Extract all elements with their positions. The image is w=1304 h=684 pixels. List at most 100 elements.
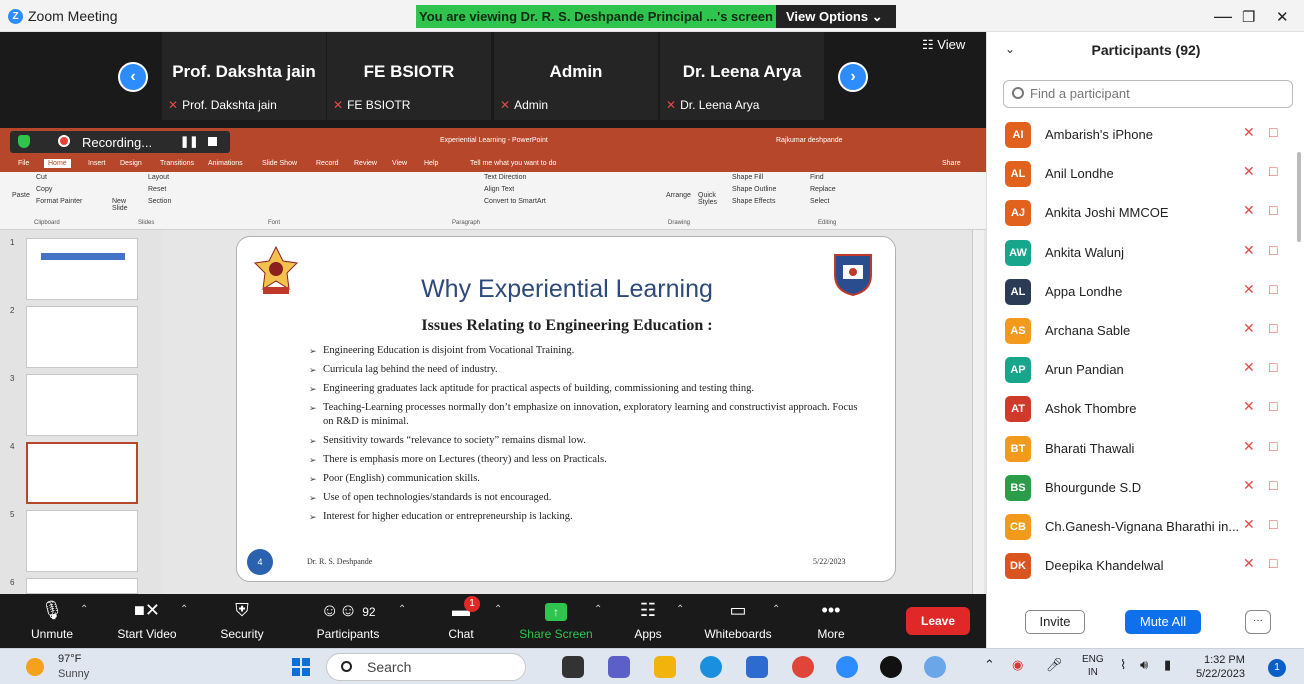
tab-slide-show[interactable]: Slide Show [262,160,297,167]
tab-help[interactable]: Help [424,160,438,167]
tab-view[interactable]: View [392,160,407,167]
show-hidden-icons-chevron-icon[interactable]: ⌃ [984,657,995,673]
participant-search-input[interactable]: Find a participant [1003,80,1293,108]
language-indicator[interactable]: ENG IN [1082,653,1104,679]
chat-button[interactable]: ▬ 1 Chat [430,594,492,648]
tell-me-search[interactable]: Tell me what you want to do [470,160,556,167]
participant-row[interactable]: BS Bhourgunde S.D ✕ □ [987,471,1291,507]
participants-button[interactable]: ☺☺ 92 Participants [306,594,390,648]
slide-thumbnail-selected[interactable] [26,442,138,504]
more-button[interactable]: ••• More [800,594,862,648]
edge-icon[interactable] [700,656,722,678]
participant-row[interactable]: DK Deepika Khandelwal ✕ □ [987,549,1291,585]
participant-scrollbar[interactable] [1297,152,1301,242]
mute-all-button[interactable]: Mute All [1125,610,1201,634]
video-tile[interactable]: Admin ✕ Admin [494,32,658,120]
section-button[interactable]: Section [148,198,171,205]
audio-options-chevron-icon[interactable]: ⌃ [80,604,88,615]
participant-row[interactable]: BT Bharati Thawali ✕ □ [987,432,1291,468]
weather-temperature[interactable]: 97°F [58,653,81,665]
video-tile[interactable]: Dr. Leena Arya ✕ Dr. Leena Arya [660,32,824,120]
previous-page-icon[interactable]: ‹ [118,62,148,92]
align-text-button[interactable]: Align Text [484,186,514,193]
chat-chevron-icon[interactable]: ⌃ [494,604,502,615]
whiteboards-button[interactable]: ▭ Whiteboards [692,594,784,648]
taskbar-search-input[interactable]: Search [326,653,526,681]
volume-icon[interactable]: 🔊︎ [1140,657,1148,673]
media-player-icon[interactable] [880,656,902,678]
tab-review[interactable]: Review [354,160,377,167]
participants-chevron-icon[interactable]: ⌃ [398,604,406,615]
arrange-button[interactable]: Arrange [666,192,691,199]
video-tile[interactable]: Prof. Dakshta jain ✕ Prof. Dakshta jain [162,32,326,120]
convert-smartart-button[interactable]: Convert to SmartArt [484,198,546,205]
pause-recording-icon[interactable]: ❚❚ [180,135,198,148]
weather-description[interactable]: Sunny [58,668,89,680]
select-button[interactable]: Select [810,198,829,205]
view-options-button[interactable]: View Options ⌄ [776,5,896,28]
tab-record[interactable]: Record [316,160,339,167]
participant-row[interactable]: AW Ankita Walunj ✕ □ [987,236,1291,272]
text-direction-button[interactable]: Text Direction [484,174,526,181]
video-tile[interactable]: FE BSIOTR ✕ FE BSIOTR [327,32,491,120]
wifi-icon[interactable]: ⌇ [1120,657,1126,673]
notification-badge[interactable]: 1 [1268,659,1286,677]
format-painter-button[interactable]: Format Painter [36,198,82,205]
apps-chevron-icon[interactable]: ⌃ [676,604,684,615]
slide-scrollbar[interactable] [972,230,984,594]
participant-row[interactable]: AT Ashok Thombre ✕ □ [987,392,1291,428]
stop-recording-icon[interactable] [208,137,217,146]
system-clock[interactable]: 1:32 PM 5/22/2023 [1196,653,1245,681]
security-button[interactable]: ⛨ Security [206,594,278,648]
shape-fill-button[interactable]: Shape Fill [732,174,763,181]
new-slide-button[interactable]: New Slide [112,198,136,212]
slide-thumbnail[interactable] [26,374,138,436]
slide-thumbnail[interactable] [26,510,138,572]
store-icon[interactable] [746,656,768,678]
video-options-chevron-icon[interactable]: ⌃ [180,604,188,615]
paste-button[interactable]: Paste [12,192,30,199]
whiteboards-chevron-icon[interactable]: ⌃ [772,604,780,615]
more-options-button[interactable]: ··· [1245,610,1271,634]
participant-row[interactable]: AP Arun Pandian ✕ □ [987,353,1291,389]
close-icon[interactable]: ✕ [1276,8,1289,26]
replace-button[interactable]: Replace [810,186,836,193]
weather-sun-icon[interactable] [26,658,44,676]
participant-row[interactable]: AI Ambarish's iPhone ✕ □ [987,118,1291,154]
windows-start-icon[interactable] [292,658,310,676]
slide-thumbnail[interactable] [26,306,138,368]
quick-styles-button[interactable]: Quick Styles [698,192,722,206]
teams-icon[interactable] [608,656,630,678]
participant-row[interactable]: AL Anil Londhe ✕ □ [987,157,1291,193]
restore-icon[interactable]: ❐ [1242,8,1255,26]
layout-button[interactable]: Layout [148,174,169,181]
app-icon[interactable] [924,656,946,678]
slide-canvas[interactable]: Why Experiential Learning Issues Relatin… [236,236,896,582]
leave-button[interactable]: Leave [906,607,970,635]
find-button[interactable]: Find [810,174,824,181]
share-screen-button[interactable]: ↑ Share Screen [514,594,598,648]
copy-button[interactable]: Copy [36,186,52,193]
taskbar-app-icon[interactable] [562,656,584,678]
view-button[interactable]: ☷ View [922,37,965,53]
network-alert-icon[interactable]: ◉ [1012,657,1023,673]
microphone-icon[interactable]: 🎤︎ [1046,657,1063,673]
participant-row[interactable]: AL Appa Londhe ✕ □ [987,275,1291,311]
slide-thumbnail[interactable] [26,578,138,594]
participant-row[interactable]: AS Archana Sable ✕ □ [987,314,1291,350]
slide-thumbnail[interactable] [26,238,138,300]
start-video-button[interactable]: ■✕ Start Video [104,594,190,648]
participant-row[interactable]: CB Ch.Ganesh-Vignana Bharathi in... ✕ □ [987,510,1291,546]
share-button[interactable]: Share [942,160,961,167]
unmute-button[interactable]: 🎙︎ Unmute [10,594,94,648]
next-page-icon[interactable]: › [838,62,868,92]
chrome-icon[interactable] [792,656,814,678]
participant-row[interactable]: AJ Ankita Joshi MMCOE ✕ □ [987,196,1291,232]
share-screen-chevron-icon[interactable]: ⌃ [594,604,602,615]
shape-outline-button[interactable]: Shape Outline [732,186,776,193]
tab-animations[interactable]: Animations [208,160,243,167]
file-explorer-icon[interactable] [654,656,676,678]
tab-home[interactable]: Home [44,159,71,168]
minimize-icon[interactable]: — [1214,6,1232,27]
zoom-app-icon[interactable] [836,656,858,678]
